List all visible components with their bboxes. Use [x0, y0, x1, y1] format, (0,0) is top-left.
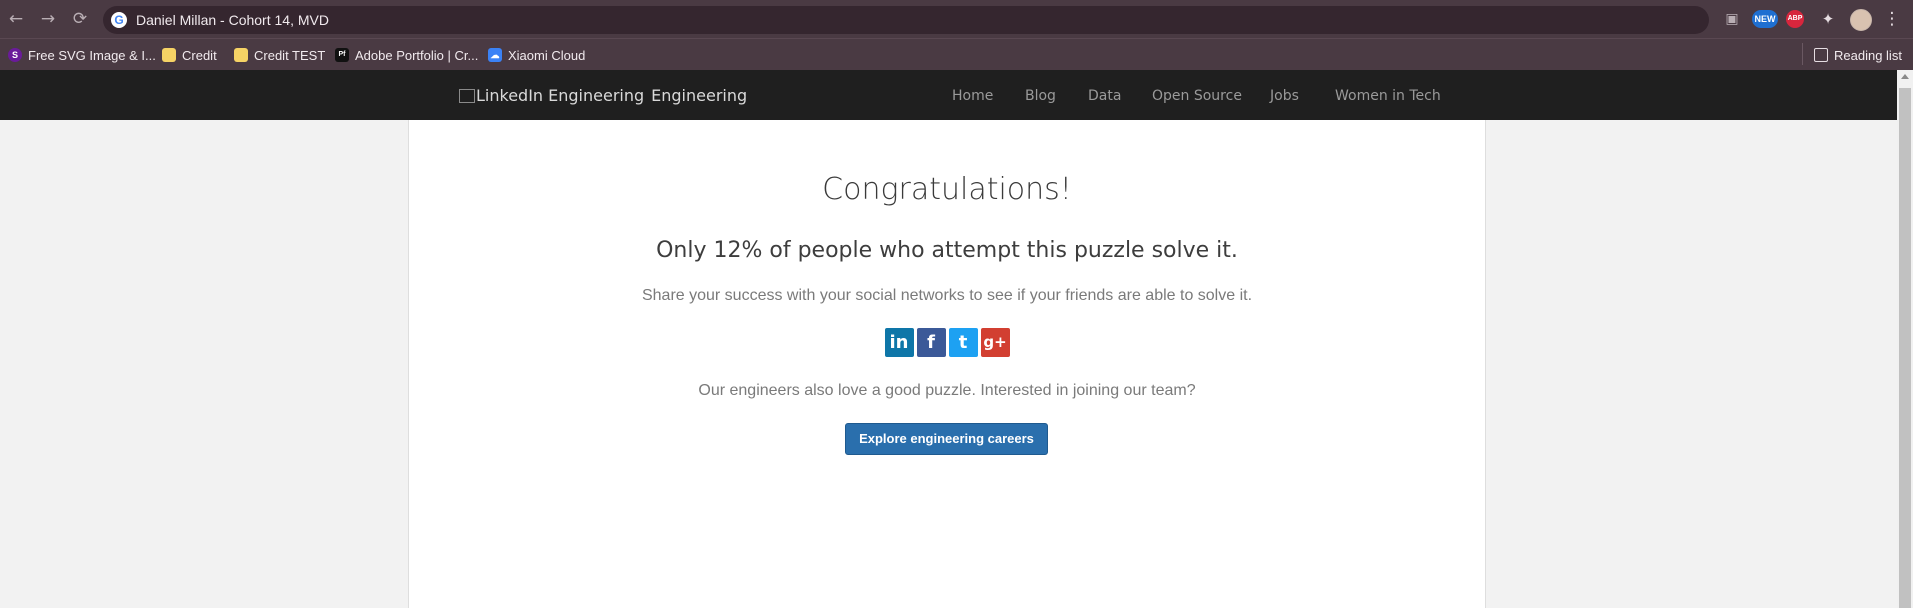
bookmark-label: Adobe Portfolio | Cr... [355, 47, 479, 63]
extension-new-badge[interactable]: NEW [1752, 10, 1778, 28]
forward-arrow-icon[interactable]: → [38, 9, 58, 29]
address-bar-text[interactable]: Daniel Millan - Cohort 14, MVD [136, 12, 329, 28]
social-share-buttons: in f t g+ [409, 328, 1485, 357]
nav-home-link[interactable]: Home [952, 88, 993, 104]
profile-avatar-icon[interactable] [1850, 9, 1872, 31]
google-icon: G [111, 12, 127, 28]
google-plus-share-icon[interactable]: g+ [980, 328, 1010, 357]
nav-data-link[interactable]: Data [1088, 88, 1121, 104]
page-scrollbar[interactable] [1897, 70, 1913, 608]
bookmark-item[interactable]: Credit TEST [234, 47, 325, 63]
nav-jobs-link[interactable]: Jobs [1270, 88, 1299, 104]
nav-open-source-link[interactable]: Open Source [1152, 88, 1242, 104]
broken-image-icon [459, 88, 475, 103]
careers-prompt-text: Our engineers also love a good puzzle. I… [698, 382, 1196, 399]
adobe-portfolio-icon: Pf [335, 48, 349, 62]
nav-blog-link[interactable]: Blog [1025, 88, 1056, 104]
back-arrow-icon[interactable]: ← [6, 9, 26, 29]
bookmark-item[interactable]: ☁ Xiaomi Cloud [488, 47, 585, 63]
brand-image-alt-text: LinkedIn Engineering [476, 86, 645, 105]
bookmark-item[interactable]: Credit [162, 47, 217, 63]
reload-icon[interactable]: ⟳ [70, 9, 90, 29]
bookmarks-bar: S Free SVG Image & I... Credit Credit TE… [0, 38, 1913, 71]
cloud-icon: ☁ [488, 48, 502, 62]
address-bar[interactable]: G Daniel Millan - Cohort 14, MVD [103, 6, 1709, 34]
bookmark-label: Credit TEST [254, 47, 326, 63]
adblock-plus-icon[interactable]: ABP [1786, 10, 1804, 28]
explore-careers-button[interactable]: Explore engineering careers [845, 423, 1048, 455]
puzzle-extension-icon[interactable]: ✦ [1818, 9, 1838, 29]
brand-logo[interactable]: LinkedIn Engineering Engineering [459, 86, 747, 105]
reading-list-label: Reading list [1834, 47, 1902, 63]
browser-toolbar: ← → ⟳ G Daniel Millan - Cohort 14, MVD ▣… [0, 0, 1913, 38]
menu-dots-icon[interactable]: ⋮ [1882, 9, 1902, 29]
bookmarks-divider [1802, 43, 1803, 65]
folder-icon [162, 48, 176, 62]
nav-women-in-tech-link[interactable]: Women in Tech [1335, 88, 1441, 104]
linkedin-share-icon[interactable]: in [884, 328, 914, 357]
bookmark-favicon-icon: S [8, 48, 22, 62]
bookmark-label: Credit [182, 47, 217, 63]
bookmark-item[interactable]: S Free SVG Image & I... [8, 47, 156, 63]
bookmark-label: Xiaomi Cloud [508, 47, 586, 63]
site-header: LinkedIn Engineering Engineering Home Bl… [0, 70, 1913, 120]
page-title: Congratulations! [822, 172, 1072, 207]
folder-icon [234, 48, 248, 62]
content-panel: Congratulations! Only 12% of people who … [408, 120, 1486, 608]
facebook-share-icon[interactable]: f [916, 328, 946, 357]
puzzle-stat-subtitle: Only 12% of people who attempt this puzz… [656, 238, 1238, 263]
reading-list-button[interactable]: Reading list [1814, 47, 1902, 63]
share-prompt-text: Share your success with your social netw… [641, 287, 1253, 304]
reading-list-icon [1814, 48, 1828, 62]
scroll-up-arrow-icon[interactable] [1901, 74, 1909, 79]
brand-text: Engineering [651, 86, 748, 105]
bookmark-item[interactable]: Pf Adobe Portfolio | Cr... [335, 47, 478, 63]
bookmark-label: Free SVG Image & I... [28, 47, 156, 63]
twitter-share-icon[interactable]: t [948, 328, 978, 357]
scrollbar-thumb[interactable] [1899, 88, 1911, 608]
cast-icon[interactable]: ▣ [1722, 9, 1742, 29]
